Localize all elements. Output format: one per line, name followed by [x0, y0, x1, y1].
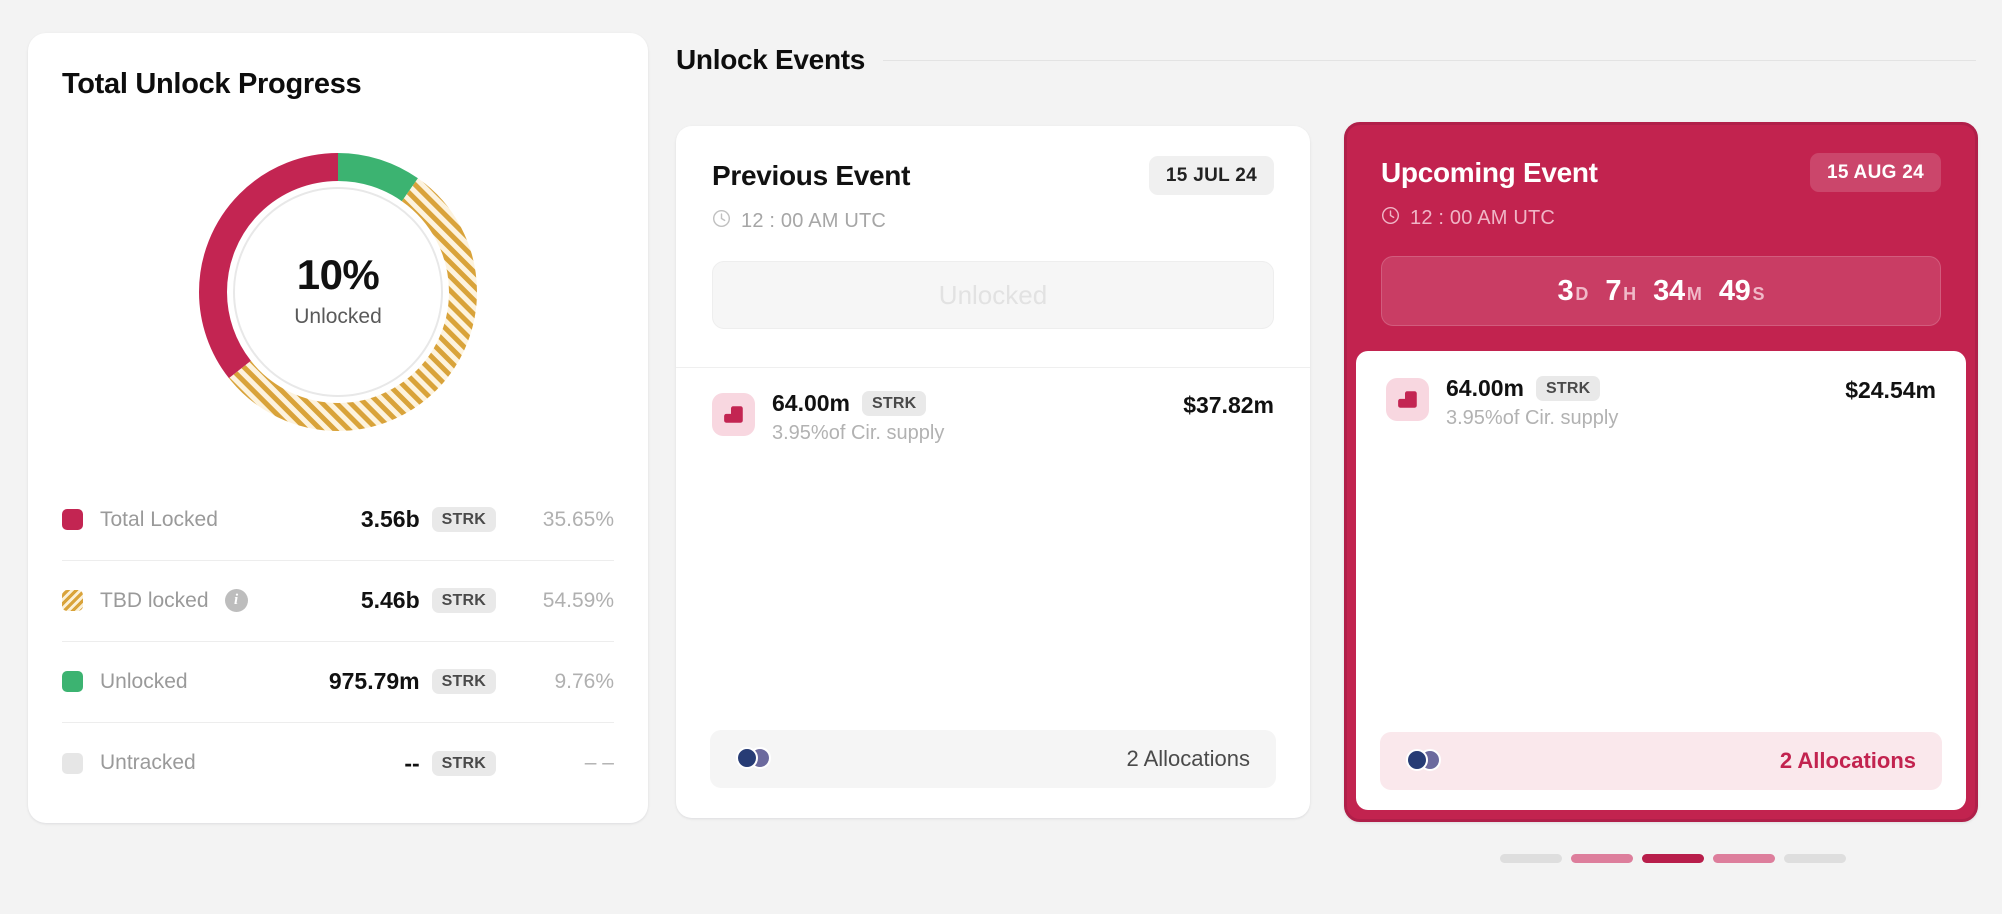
unlock-donut-chart: 10% Unlocked — [188, 142, 488, 442]
previous-event-time: 12 : 00 AM UTC — [741, 209, 887, 232]
previous-event-token-amount-row: 64.00m STRK — [772, 390, 944, 417]
upcoming-event-token-row[interactable]: 64.00m STRK 3.95%of Cir. supply $24.54m — [1356, 351, 1966, 430]
total-unlock-progress-card: Total Unlock Progress 10% Unlocked Total… — [28, 33, 648, 823]
ticker-chip: STRK — [431, 669, 496, 695]
pagination-bar-4[interactable] — [1713, 854, 1775, 863]
ticker-chip: STRK — [431, 588, 496, 614]
donut-segments — [199, 152, 477, 431]
unlock-events-header: Unlock Events — [676, 44, 1976, 76]
crimson-swatch-icon — [62, 509, 83, 531]
pagination-bar-3-active[interactable] — [1642, 854, 1704, 863]
countdown-hours: 7 H — [1605, 275, 1636, 308]
countdown-hours-unit: H — [1623, 283, 1637, 304]
clock-icon — [712, 209, 731, 233]
legend-label: TBD locked — [100, 588, 209, 612]
pagination-bar-1[interactable] — [1500, 854, 1562, 863]
countdown-minutes: 34 M — [1653, 275, 1702, 308]
unlock-dashboard: Total Unlock Progress 10% Unlocked Total… — [0, 0, 2002, 914]
page-title: Total Unlock Progress — [62, 68, 362, 100]
previous-event-status-banner: Unlocked — [712, 261, 1274, 329]
countdown-minutes-value: 34 — [1653, 274, 1685, 307]
allocation-avatars-icon — [1406, 749, 1446, 773]
allocations-label: 2 Allocations — [1126, 746, 1250, 771]
upcoming-event-token-texts: 64.00m STRK 3.95%of Cir. supply — [1446, 375, 1618, 430]
gold-hatch-swatch-icon — [62, 590, 83, 612]
ticker-chip: STRK — [431, 507, 496, 533]
upcoming-event-date-chip: 15 AUG 24 — [1809, 153, 1941, 192]
legend-percent: 35.65% — [542, 507, 614, 531]
token-supply-subtitle: 3.95%of Cir. supply — [772, 422, 945, 444]
legend-amount: 5.46b — [360, 587, 420, 614]
legend-row-tbd-locked[interactable]: TBD locked i 5.46b STRK 54.59% — [62, 561, 614, 642]
countdown-seconds-unit: S — [1752, 283, 1765, 304]
section-title: Unlock Events — [676, 44, 866, 75]
header-divider — [883, 59, 1976, 61]
allocation-avatars-icon — [736, 747, 776, 771]
green-swatch-icon — [62, 671, 83, 693]
legend-row-total-locked[interactable]: Total Locked 3.56b STRK 35.65% — [62, 480, 614, 561]
legend-row-unlocked[interactable]: Unlocked 975.79m STRK 9.76% — [62, 642, 614, 723]
upcoming-event-header: Upcoming Event 15 AUG 24 12 : 00 AM UTC — [1347, 125, 1975, 230]
legend-amount: -- — [404, 749, 420, 776]
upcoming-event-time: 12 : 00 AM UTC — [1410, 206, 1556, 229]
countdown-days-value: 3 — [1557, 274, 1574, 307]
grey-swatch-icon — [62, 752, 83, 774]
token-usd-value: $37.82m — [1183, 392, 1274, 418]
info-icon[interactable]: i — [224, 589, 248, 613]
upcoming-event-title: Upcoming Event — [1381, 156, 1598, 188]
upcoming-event-body: 64.00m STRK 3.95%of Cir. supply $24.54m … — [1356, 351, 1966, 810]
legend-amount: 3.56b — [360, 506, 420, 533]
countdown-days: 3 D — [1557, 275, 1588, 308]
previous-event-title: Previous Event — [712, 159, 911, 191]
legend-label: Unlocked — [100, 669, 188, 693]
allocations-label: 2 Allocations — [1779, 748, 1916, 773]
strk-token-icon — [712, 393, 755, 436]
strk-token-icon — [1386, 378, 1429, 421]
token-supply-subtitle: 3.95%of Cir. supply — [1446, 407, 1619, 429]
pagination-bar-2[interactable] — [1571, 854, 1633, 863]
previous-event-allocations-bar[interactable]: 2 Allocations — [710, 730, 1276, 788]
previous-event-card[interactable]: Previous Event 15 JUL 24 12 : 00 AM UTC … — [676, 126, 1310, 818]
ticker-chip: STRK — [862, 391, 927, 416]
previous-event-spacer — [676, 445, 1310, 730]
donut-inner-ring — [233, 186, 443, 397]
token-usd-value: $24.54m — [1845, 377, 1936, 403]
legend-row-untracked[interactable]: Untracked -- STRK – – — [62, 723, 614, 804]
countdown-minutes-unit: M — [1686, 283, 1702, 304]
upcoming-event-token-amount-row: 64.00m STRK — [1446, 375, 1618, 402]
token-amount: 64.00m — [772, 390, 851, 416]
countdown-seconds: 49 S — [1719, 275, 1765, 308]
countdown-timer: 3 D 7 H 34 M 49 S — [1381, 256, 1941, 326]
legend-percent: 54.59% — [542, 588, 614, 612]
previous-event-token-row[interactable]: 64.00m STRK 3.95%of Cir. supply $37.82m — [676, 368, 1310, 445]
events-pagination[interactable] — [1500, 854, 1846, 863]
legend-percent: 9.76% — [554, 669, 614, 693]
upcoming-event-time-row: 12 : 00 AM UTC — [1381, 206, 1941, 230]
ticker-chip: STRK — [431, 750, 496, 776]
upcoming-event-allocations-bar[interactable]: 2 Allocations — [1380, 732, 1942, 790]
legend-amount: 975.79m — [328, 668, 420, 695]
previous-event-token-texts: 64.00m STRK 3.95%of Cir. supply — [772, 390, 944, 445]
previous-event-date-chip: 15 JUL 24 — [1148, 156, 1274, 195]
donut-svg — [199, 152, 477, 431]
previous-event-title-row: Previous Event 15 JUL 24 — [712, 156, 1274, 195]
upcoming-event-card[interactable]: Upcoming Event 15 AUG 24 12 : 00 AM UTC … — [1344, 122, 1978, 822]
countdown-hours-value: 7 — [1605, 274, 1622, 307]
avatar-dot-1 — [1406, 749, 1428, 771]
avatar-dot-1 — [736, 747, 758, 769]
previous-event-header: Previous Event 15 JUL 24 12 : 00 AM UTC — [676, 126, 1310, 233]
legend-label: Total Locked — [100, 507, 218, 531]
pagination-bar-5[interactable] — [1784, 854, 1846, 863]
token-amount: 64.00m — [1446, 375, 1525, 401]
legend-percent: – – — [584, 751, 614, 775]
countdown-seconds-value: 49 — [1718, 274, 1751, 307]
ticker-chip: STRK — [1536, 376, 1601, 401]
legend-label: Untracked — [100, 751, 196, 775]
unlock-legend-table: Total Locked 3.56b STRK 35.65% TBD locke… — [62, 480, 614, 804]
upcoming-event-spacer — [1356, 430, 1966, 732]
upcoming-event-title-row: Upcoming Event 15 AUG 24 — [1381, 153, 1941, 192]
countdown-days-unit: D — [1575, 283, 1589, 304]
clock-icon — [1381, 206, 1400, 230]
previous-event-time-row: 12 : 00 AM UTC — [712, 209, 1274, 233]
